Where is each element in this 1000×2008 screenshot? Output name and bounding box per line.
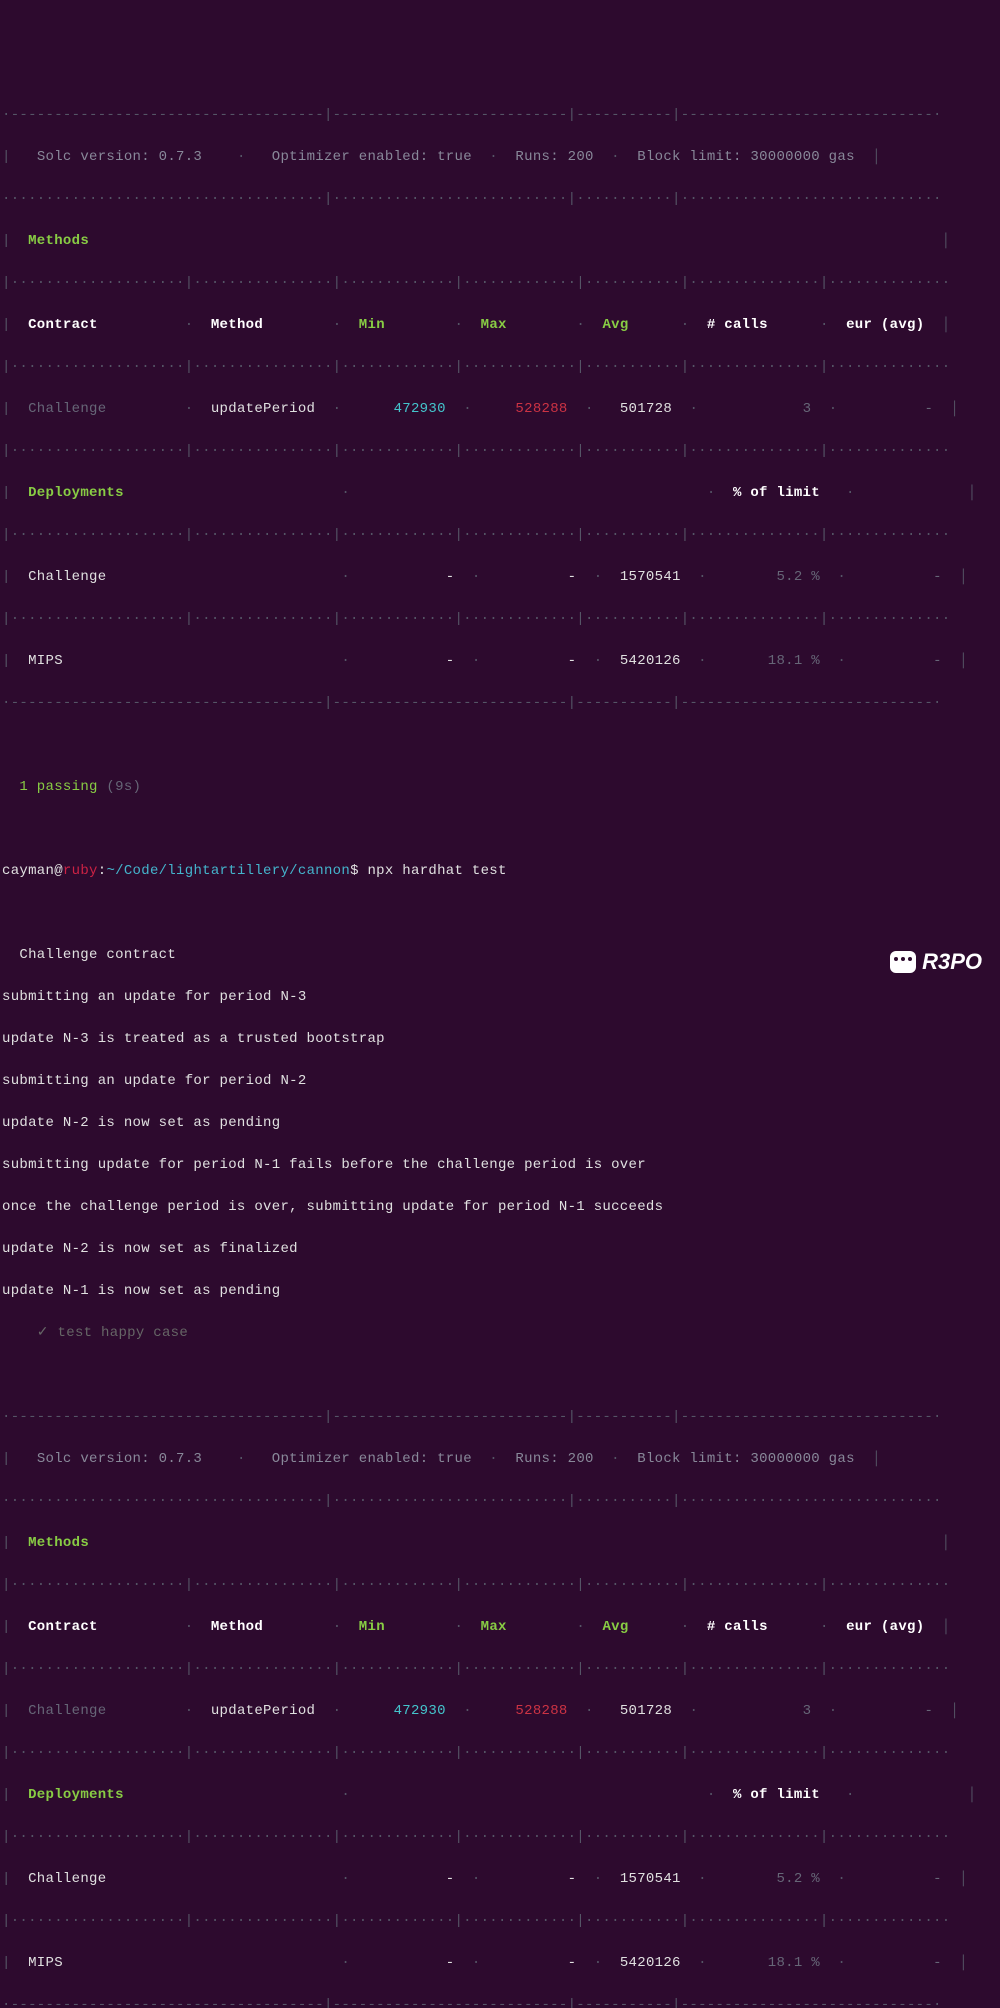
table-separator: |····················|················|·… <box>2 441 998 462</box>
test-log-line: update N-2 is now set as pending <box>2 1113 998 1134</box>
passing-line: 1 passing (9s) <box>2 777 998 798</box>
method-row: | Challenge · updatePeriod · 472930 · 52… <box>2 399 998 420</box>
watermark-text: R3PO <box>922 945 982 978</box>
table-separator: |····················|················|·… <box>2 525 998 546</box>
deploy-row: | MIPS · - · - · 5420126 · 18.1 % · - │ <box>2 1953 998 1974</box>
blank <box>2 903 998 924</box>
test-suite-title: Challenge contract <box>2 945 998 966</box>
test-log-line: submitting an update for period N-2 <box>2 1071 998 1092</box>
deploy-row: | Challenge · - · - · 1570541 · 5.2 % · … <box>2 567 998 588</box>
wechat-icon <box>890 951 916 973</box>
methods-header: | Methods │ <box>2 231 998 252</box>
table-separator: |····················|················|·… <box>2 609 998 630</box>
table-separator: |····················|················|·… <box>2 1743 998 1764</box>
method-row: | Challenge · updatePeriod · 472930 · 52… <box>2 1701 998 1722</box>
table-separator: ·····································|··… <box>2 189 998 210</box>
deploy-row: | MIPS · - · - · 5420126 · 18.1 % · - │ <box>2 651 998 672</box>
blank <box>2 735 998 756</box>
table-separator: ·------------------------------------|--… <box>2 1407 998 1428</box>
table-separator: ·------------------------------------|--… <box>2 693 998 714</box>
table-separator: |····················|················|·… <box>2 273 998 294</box>
blank <box>2 1365 998 1386</box>
columns-header: | Contract · Method · Min · Max · Avg · … <box>2 1617 998 1638</box>
table-separator: ·····································|··… <box>2 1491 998 1512</box>
command-text: npx hardhat test <box>367 863 506 879</box>
methods-header: | Methods │ <box>2 1533 998 1554</box>
blank <box>2 819 998 840</box>
deploy-row: | Challenge · - · - · 1570541 · 5.2 % · … <box>2 1869 998 1890</box>
deployments-header: | Deployments · · % of limit · │ <box>2 483 998 504</box>
watermark: R3PO <box>890 945 982 978</box>
test-log-line: update N-1 is now set as pending <box>2 1281 998 1302</box>
test-log-line: update N-3 is treated as a trusted boots… <box>2 1029 998 1050</box>
table-separator: |····················|················|·… <box>2 1659 998 1680</box>
gas-header-row: | Solc version: 0.7.3 · Optimizer enable… <box>2 1449 998 1470</box>
terminal-output: ·------------------------------------|--… <box>0 84 1000 2008</box>
table-separator: |····················|················|·… <box>2 357 998 378</box>
test-log-line: submitting update for period N-1 fails b… <box>2 1155 998 1176</box>
test-log-line: submitting an update for period N-3 <box>2 987 998 1008</box>
shell-prompt[interactable]: cayman@ruby:~/Code/lightartillery/cannon… <box>2 861 998 882</box>
table-separator: |····················|················|·… <box>2 1827 998 1848</box>
table-separator: |····················|················|·… <box>2 1575 998 1596</box>
table-separator: ·------------------------------------|--… <box>2 105 998 126</box>
gas-header-row: | Solc version: 0.7.3 · Optimizer enable… <box>2 147 998 168</box>
columns-header: | Contract · Method · Min · Max · Avg · … <box>2 315 998 336</box>
test-log-line: update N-2 is now set as finalized <box>2 1239 998 1260</box>
table-separator: ·------------------------------------|--… <box>2 1995 998 2008</box>
test-log-line: once the challenge period is over, submi… <box>2 1197 998 1218</box>
table-separator: |····················|················|·… <box>2 1911 998 1932</box>
test-pass-line: ✓ test happy case <box>2 1323 998 1344</box>
deployments-header: | Deployments · · % of limit · │ <box>2 1785 998 1806</box>
